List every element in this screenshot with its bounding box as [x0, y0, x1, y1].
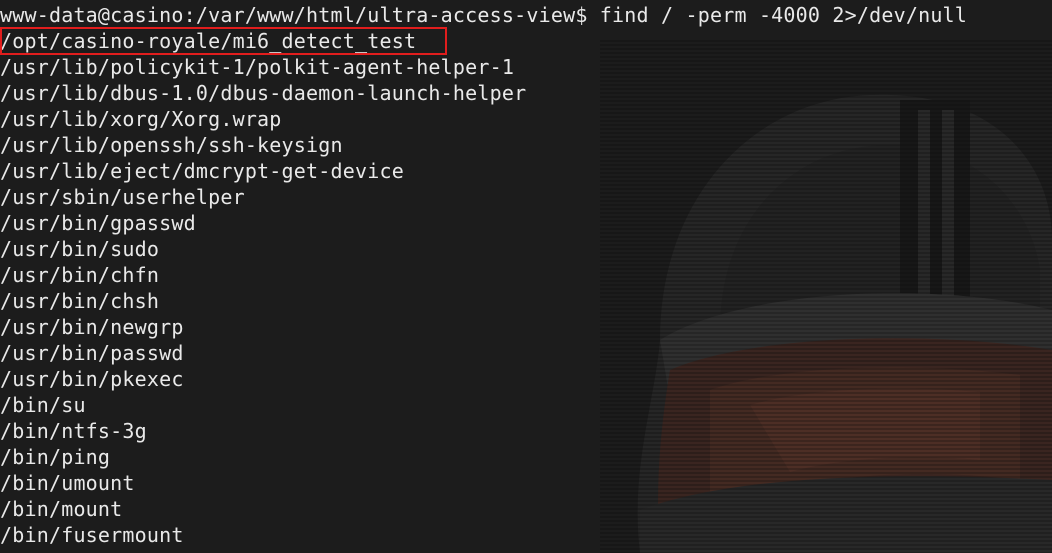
output-line-6: /usr/sbin/userhelper — [0, 185, 245, 209]
output-line-17: /bin/umount — [0, 471, 135, 495]
output-line-12: /usr/bin/passwd — [0, 341, 184, 365]
output-line-18: /bin/mount — [0, 497, 123, 521]
output-line-11: /usr/bin/newgrp — [0, 315, 184, 339]
terminal-window[interactable]: www-data@casino:/var/www/html/ultra-acce… — [0, 0, 1052, 553]
output-line-9: /usr/bin/chfn — [0, 263, 160, 287]
output-line-10: /usr/bin/chsh — [0, 289, 160, 313]
output-line-4: /usr/lib/openssh/ssh-keysign — [0, 133, 343, 157]
output-line-14: /bin/su — [0, 393, 86, 417]
output-line-1: /usr/lib/policykit-1/polkit-agent-helper… — [0, 55, 515, 79]
output-line-13: /usr/bin/pkexec — [0, 367, 184, 391]
command-prompt-line: www-data@casino:/var/www/html/ultra-acce… — [0, 3, 968, 27]
output-line-7: /usr/bin/gpasswd — [0, 211, 196, 235]
output-line-3: /usr/lib/xorg/Xorg.wrap — [0, 107, 282, 131]
output-line-15: /bin/ntfs-3g — [0, 419, 147, 443]
terminal-output: www-data@casino:/var/www/html/ultra-acce… — [0, 0, 967, 548]
output-line-16: /bin/ping — [0, 445, 111, 469]
output-line-5: /usr/lib/eject/dmcrypt-get-device — [0, 159, 404, 183]
output-line-8: /usr/bin/sudo — [0, 237, 160, 261]
highlight-annotation-box — [0, 27, 447, 55]
output-line-2: /usr/lib/dbus-1.0/dbus-daemon-launch-hel… — [0, 81, 527, 105]
output-line-19: /bin/fusermount — [0, 523, 184, 547]
